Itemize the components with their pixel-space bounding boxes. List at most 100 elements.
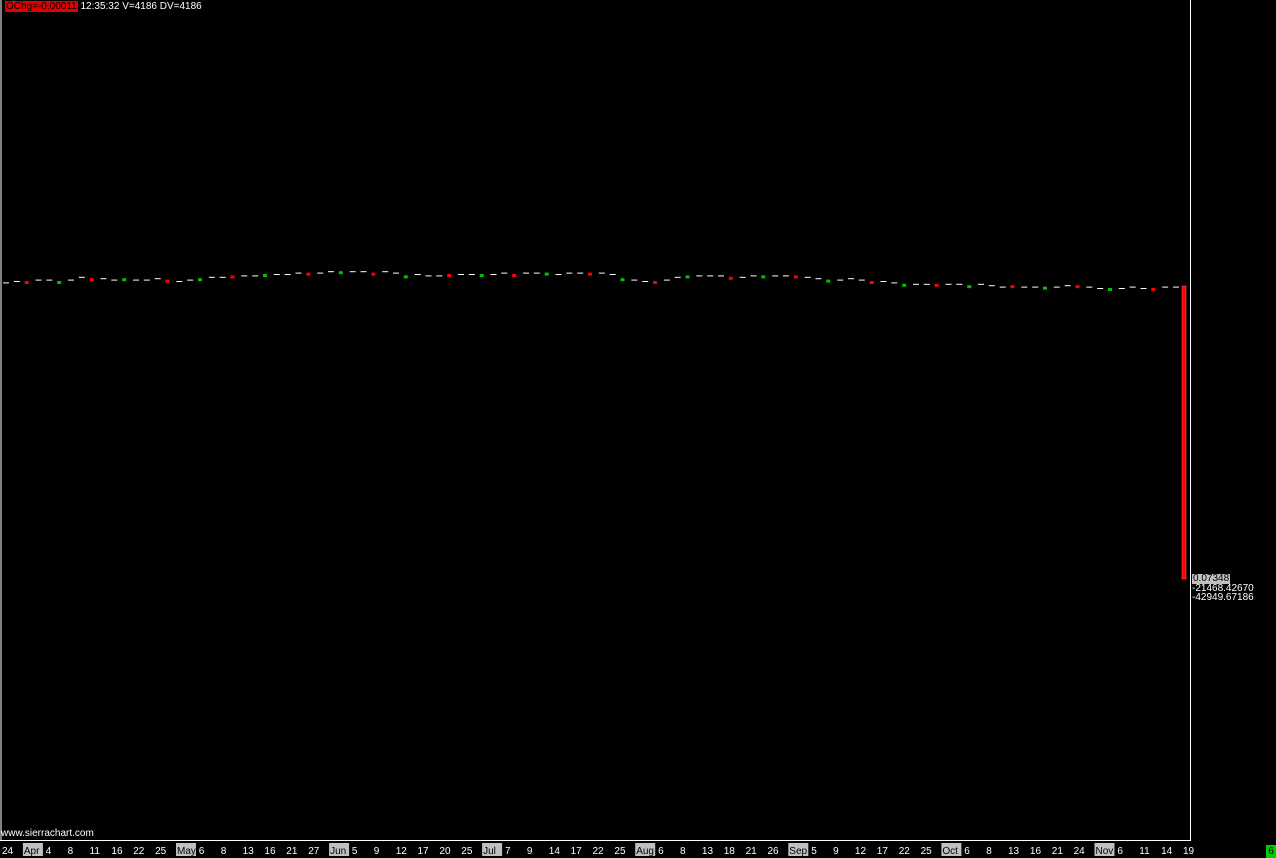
- price-bar: [674, 276, 681, 278]
- x-tick-label: 5: [352, 846, 358, 857]
- price-bar: [78, 276, 85, 278]
- price-bar: [620, 278, 625, 282]
- price-bar: [533, 272, 540, 274]
- price-bar: [360, 271, 367, 273]
- price-bar: [956, 283, 963, 285]
- price-bar: [588, 272, 592, 276]
- price-bar: [208, 276, 215, 278]
- price-bar: [696, 275, 703, 277]
- price-bar: [663, 279, 670, 281]
- x-tick-label: 12: [396, 846, 408, 857]
- x-tick-label: 4: [46, 846, 52, 857]
- price-bar: [793, 275, 798, 279]
- x-tick-label: 21: [1052, 846, 1064, 857]
- x-tick-label: 25: [614, 846, 626, 857]
- price-bar: [46, 279, 53, 281]
- price-bar: [122, 278, 127, 282]
- x-tick-label: 5: [811, 846, 817, 857]
- price-bar: [1075, 285, 1080, 289]
- price-bar: [1097, 288, 1104, 289]
- price-bar: [923, 283, 930, 285]
- price-bar: [403, 275, 408, 279]
- price-bar: [468, 274, 475, 275]
- x-tick-label: 25: [921, 846, 933, 857]
- price-bar: [436, 275, 443, 277]
- x-tick-label: 13: [1008, 846, 1020, 857]
- price-bar: [338, 271, 343, 275]
- price-bar: [913, 283, 919, 285]
- x-tick-label: 24: [2, 846, 14, 857]
- price-chart[interactable]: 24 Apr 4 8 11 16 22 25 May 6 8 13 16 21 27 Jun 5 9 12 17 20 2…: [0, 0, 1276, 858]
- price-bar: [598, 272, 605, 274]
- price-bar: [783, 275, 789, 277]
- price-bar: [999, 286, 1006, 288]
- price-bar: [133, 279, 139, 281]
- price-bar: [1021, 286, 1028, 288]
- price-bar: [653, 281, 657, 284]
- price-bar: [219, 276, 226, 278]
- x-tick-label: Oct: [942, 846, 958, 857]
- price-bar: [1140, 288, 1147, 289]
- last-bar-down: [1181, 285, 1187, 580]
- price-bar: [1053, 286, 1060, 288]
- x-tick-label: May: [177, 846, 196, 857]
- price-bar: [718, 275, 724, 277]
- price-bar: [826, 279, 831, 283]
- price-bar: [273, 274, 280, 275]
- price-bar: [89, 278, 94, 282]
- price-bar: [198, 278, 202, 282]
- price-bar: [414, 274, 421, 275]
- price-bar: [1162, 286, 1169, 288]
- price-bar: [252, 275, 259, 277]
- x-tick-label: 27: [308, 846, 320, 857]
- x-tick-label: Jul: [483, 846, 496, 857]
- price-bar: [3, 282, 9, 284]
- x-tick-label: 22: [899, 846, 911, 857]
- price-bar: [988, 285, 995, 287]
- price-bar: [284, 274, 291, 275]
- price-bar: [880, 281, 887, 282]
- x-tick-label: Jun: [330, 846, 346, 857]
- x-tick-label: 14: [1161, 846, 1173, 857]
- price-bar: [425, 275, 432, 277]
- price-bar: [1118, 288, 1125, 289]
- price-bar: [68, 279, 74, 281]
- x-tick-label: Apr: [24, 846, 40, 857]
- price-bar: [241, 275, 248, 277]
- price-bar: [1010, 285, 1015, 289]
- x-tick-label: 25: [155, 846, 167, 857]
- price-bar: [869, 281, 874, 284]
- x-tick-label: Nov: [1096, 846, 1114, 857]
- x-tick-label: 8: [986, 846, 992, 857]
- price-bar: [187, 279, 194, 281]
- x-tick-label: 21: [746, 846, 758, 857]
- price-bar: [555, 274, 562, 275]
- x-tick-label: 8: [68, 846, 74, 857]
- header-info: 12:35:32 V=4186 DV=4186: [80, 1, 202, 12]
- price-bar: [371, 272, 376, 276]
- price-bar: [328, 271, 334, 273]
- x-tick-label: 8: [680, 846, 686, 857]
- price-bar: [566, 272, 573, 274]
- price-bar: [642, 281, 649, 282]
- price-bar: [447, 274, 452, 277]
- price-bar: [685, 275, 690, 279]
- price-bar: [631, 279, 638, 281]
- x-tick-label: 22: [133, 846, 145, 857]
- price-bar: [523, 272, 529, 274]
- x-tick-label: Aug: [636, 846, 654, 857]
- price-bar: [349, 271, 356, 273]
- price-bar: [100, 278, 107, 280]
- price-bar: [848, 278, 854, 280]
- price-bar: [1108, 288, 1112, 291]
- x-tick-label: 24: [1074, 846, 1086, 857]
- price-bar: [24, 281, 29, 284]
- price-bar: [306, 272, 311, 276]
- x-tick-label: 6: [658, 846, 664, 857]
- price-bar: [165, 279, 170, 283]
- price-bar: [317, 272, 324, 274]
- price-bar: [978, 283, 984, 285]
- price-bar: [1043, 286, 1047, 290]
- price-bar: [154, 278, 161, 280]
- price-bar: [577, 272, 584, 274]
